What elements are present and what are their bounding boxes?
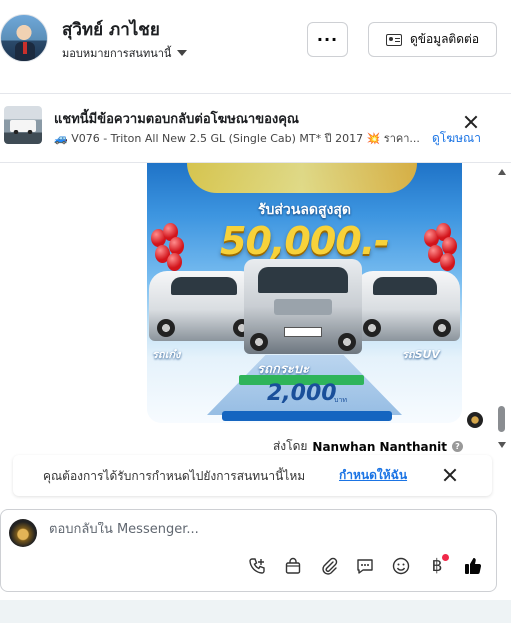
view-contact-label: ดูข้อมูลติดต่อ	[409, 32, 480, 46]
reply-input[interactable]	[49, 522, 449, 537]
suv-car-image	[355, 271, 460, 341]
ad-thumbnail	[4, 106, 42, 144]
caret-down-icon	[177, 50, 188, 56]
ad-banner-title: แชทนี้มีข้อความตอบกลับต่อโฆษณาของคุณ	[54, 112, 299, 127]
assign-dropdown[interactable]: มอบหมายการสนทนานี้	[62, 44, 188, 62]
emoji-icon[interactable]	[391, 556, 411, 576]
contact-name[interactable]: สุวิทย์ ภาไชย	[62, 16, 160, 43]
contact-avatar[interactable]	[0, 14, 48, 62]
shopping-bag-icon[interactable]	[283, 556, 303, 576]
scroll-up-arrow-icon[interactable]	[498, 169, 506, 175]
view-ad-link[interactable]: ดูโฆษณา	[432, 129, 481, 148]
message-composer: ฿	[0, 509, 497, 592]
ad-reply-banner: แชทนี้มีข้อความตอบกลับต่อโฆษณาของคุณ 🚙 V…	[0, 93, 511, 163]
baht-payment-icon[interactable]: ฿	[427, 554, 449, 576]
more-options-button[interactable]: ···	[307, 22, 348, 57]
sent-by-prefix: ส่งโดย	[272, 439, 308, 453]
pickup-truck-image	[244, 259, 362, 354]
page-avatar	[9, 519, 37, 547]
promo-price-unit: บาท	[334, 396, 347, 404]
promo-image-message[interactable]: รับส่วนลดสูงสุด 50,000.- รถเก๋ง รถกระบะ …	[147, 163, 462, 423]
call-plus-icon[interactable]	[247, 556, 267, 576]
info-icon[interactable]: ?	[452, 441, 463, 452]
sedan-car-image	[149, 271, 259, 341]
promo-amount: 50,000.-	[220, 219, 390, 263]
composer-toolbar: ฿	[247, 554, 483, 576]
conversation-header: สุวิทย์ ภาไชย มอบหมายการสนทนานี้ ··· ดูข…	[0, 0, 511, 92]
paperclip-icon[interactable]	[319, 556, 339, 576]
suv-label: รถSUV	[402, 348, 440, 361]
close-ad-banner-button[interactable]	[464, 115, 478, 129]
promo-ribbon	[187, 163, 417, 193]
promo-date-strip	[222, 411, 392, 421]
contact-card-icon	[385, 33, 402, 46]
ad-banner-subtitle: 🚙 V076 - Triton All New 2.5 GL (Single C…	[54, 132, 420, 145]
close-icon	[443, 468, 457, 482]
promo-headline: รับส่วนลดสูงสุด	[257, 202, 352, 218]
sedan-label: รถเก๋ง	[152, 348, 181, 361]
assign-label: มอบหมายการสนทนานี้	[62, 47, 172, 60]
saved-reply-icon[interactable]	[355, 556, 375, 576]
notification-dot	[442, 554, 449, 561]
promo-price: 2,000	[267, 381, 337, 406]
assign-suggestion-text: คุณต้องการได้รับการกำหนดไปยังการสนทนานี้…	[43, 469, 306, 483]
sender-page-avatar	[467, 412, 483, 428]
sent-by-name: Nanwhan Nanthanit	[312, 439, 447, 454]
scrollbar-thumb[interactable]	[498, 406, 505, 432]
bottom-strip	[0, 600, 511, 623]
close-icon	[464, 115, 478, 129]
view-contact-button[interactable]: ดูข้อมูลติดต่อ	[368, 22, 497, 57]
dismiss-suggestion-button[interactable]	[443, 468, 457, 482]
assign-to-me-link[interactable]: กำหนดให้ฉัน	[339, 466, 407, 485]
scroll-down-arrow-icon[interactable]	[498, 442, 506, 448]
thumbs-up-icon[interactable]	[463, 556, 483, 576]
assign-suggestion-bar: คุณต้องการได้รับการกำหนดไปยังการสนทนานี้…	[13, 455, 492, 496]
sent-by-line: ส่งโดย Nanwhan Nanthanit ?	[273, 437, 463, 456]
